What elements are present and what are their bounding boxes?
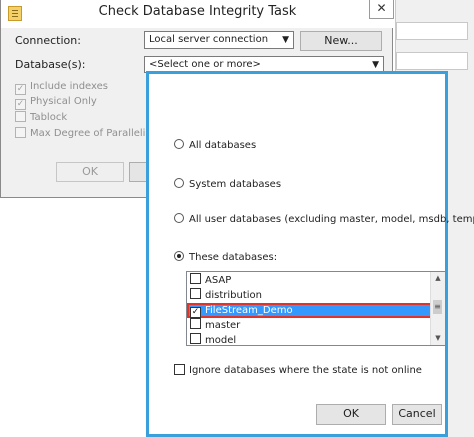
title-bar: Check Database Integrity Task ✕ [1,0,394,28]
dialog-cancel-button-partial[interactable] [129,162,147,182]
database-item-filestream-demo[interactable]: ✓ FileStream_Demo [187,303,432,318]
scroll-up-icon[interactable]: ▲ [431,274,445,282]
databases-label: Database(s): [15,58,86,71]
checkbox-icon[interactable] [190,318,201,329]
connection-value: Local server connection [149,34,269,45]
background-field [396,52,468,70]
include-indexes-option[interactable]: ✓ Include indexes [15,81,108,95]
scroll-down-icon[interactable]: ▼ [431,334,445,342]
connection-label: Connection: [15,34,81,47]
background-field [396,22,468,40]
list-scrollbar[interactable]: ▲ ≡ ▼ [430,272,445,345]
dialog-title: Check Database Integrity Task [98,4,297,19]
new-connection-button[interactable]: New... [300,31,382,51]
popup-ok-button[interactable]: OK [316,404,386,425]
database-item-asap[interactable]: ASAP [187,273,432,288]
chevron-down-icon: ▼ [282,35,289,45]
close-button[interactable]: ✕ [369,0,394,19]
databases-value: <Select one or more> [149,59,261,70]
database-item-distribution[interactable]: distribution [187,288,432,303]
database-list[interactable]: ASAP distribution ✓ FileStream_Demo maste… [186,271,446,346]
radio-icon [174,213,184,223]
radio-icon [174,178,184,188]
radio-icon [174,139,184,149]
checkbox-icon [15,127,26,138]
all-databases-radio[interactable]: All databases [174,139,256,153]
popup-cancel-button[interactable]: Cancel [392,404,442,425]
checkbox-checked-icon: ✓ [15,99,26,110]
checkbox-icon[interactable] [190,333,201,344]
physical-only-option[interactable]: ✓ Physical Only [15,96,97,110]
connection-select[interactable]: Local server connection ▼ [144,31,294,49]
these-databases-radio[interactable]: These databases: [174,251,277,265]
ignore-offline-option[interactable]: Ignore databases where the state is not … [174,364,422,376]
dialog-ok-button[interactable]: OK [56,162,124,182]
checkbox-icon[interactable] [190,273,201,284]
all-user-databases-radio[interactable]: All user databases (excluding master, mo… [174,213,474,227]
tablock-option[interactable]: Tablock [15,111,67,125]
checkbox-checked-icon[interactable]: ✓ [190,307,201,318]
checkbox-icon [174,364,185,375]
database-item-master[interactable]: master [187,318,432,333]
radio-selected-icon [174,251,184,261]
scrollbar-thumb[interactable]: ≡ [433,300,442,314]
database-item-model[interactable]: model [187,333,432,345]
database-selection-popup: All databases System databases All user … [146,71,474,437]
max-degree-of-parallelism-option[interactable]: Max Degree of Parallelism [15,127,160,141]
checkbox-checked-icon: ✓ [15,84,26,95]
system-databases-radio[interactable]: System databases [174,178,281,192]
checkbox-icon [15,111,26,122]
checkbox-icon[interactable] [190,288,201,299]
